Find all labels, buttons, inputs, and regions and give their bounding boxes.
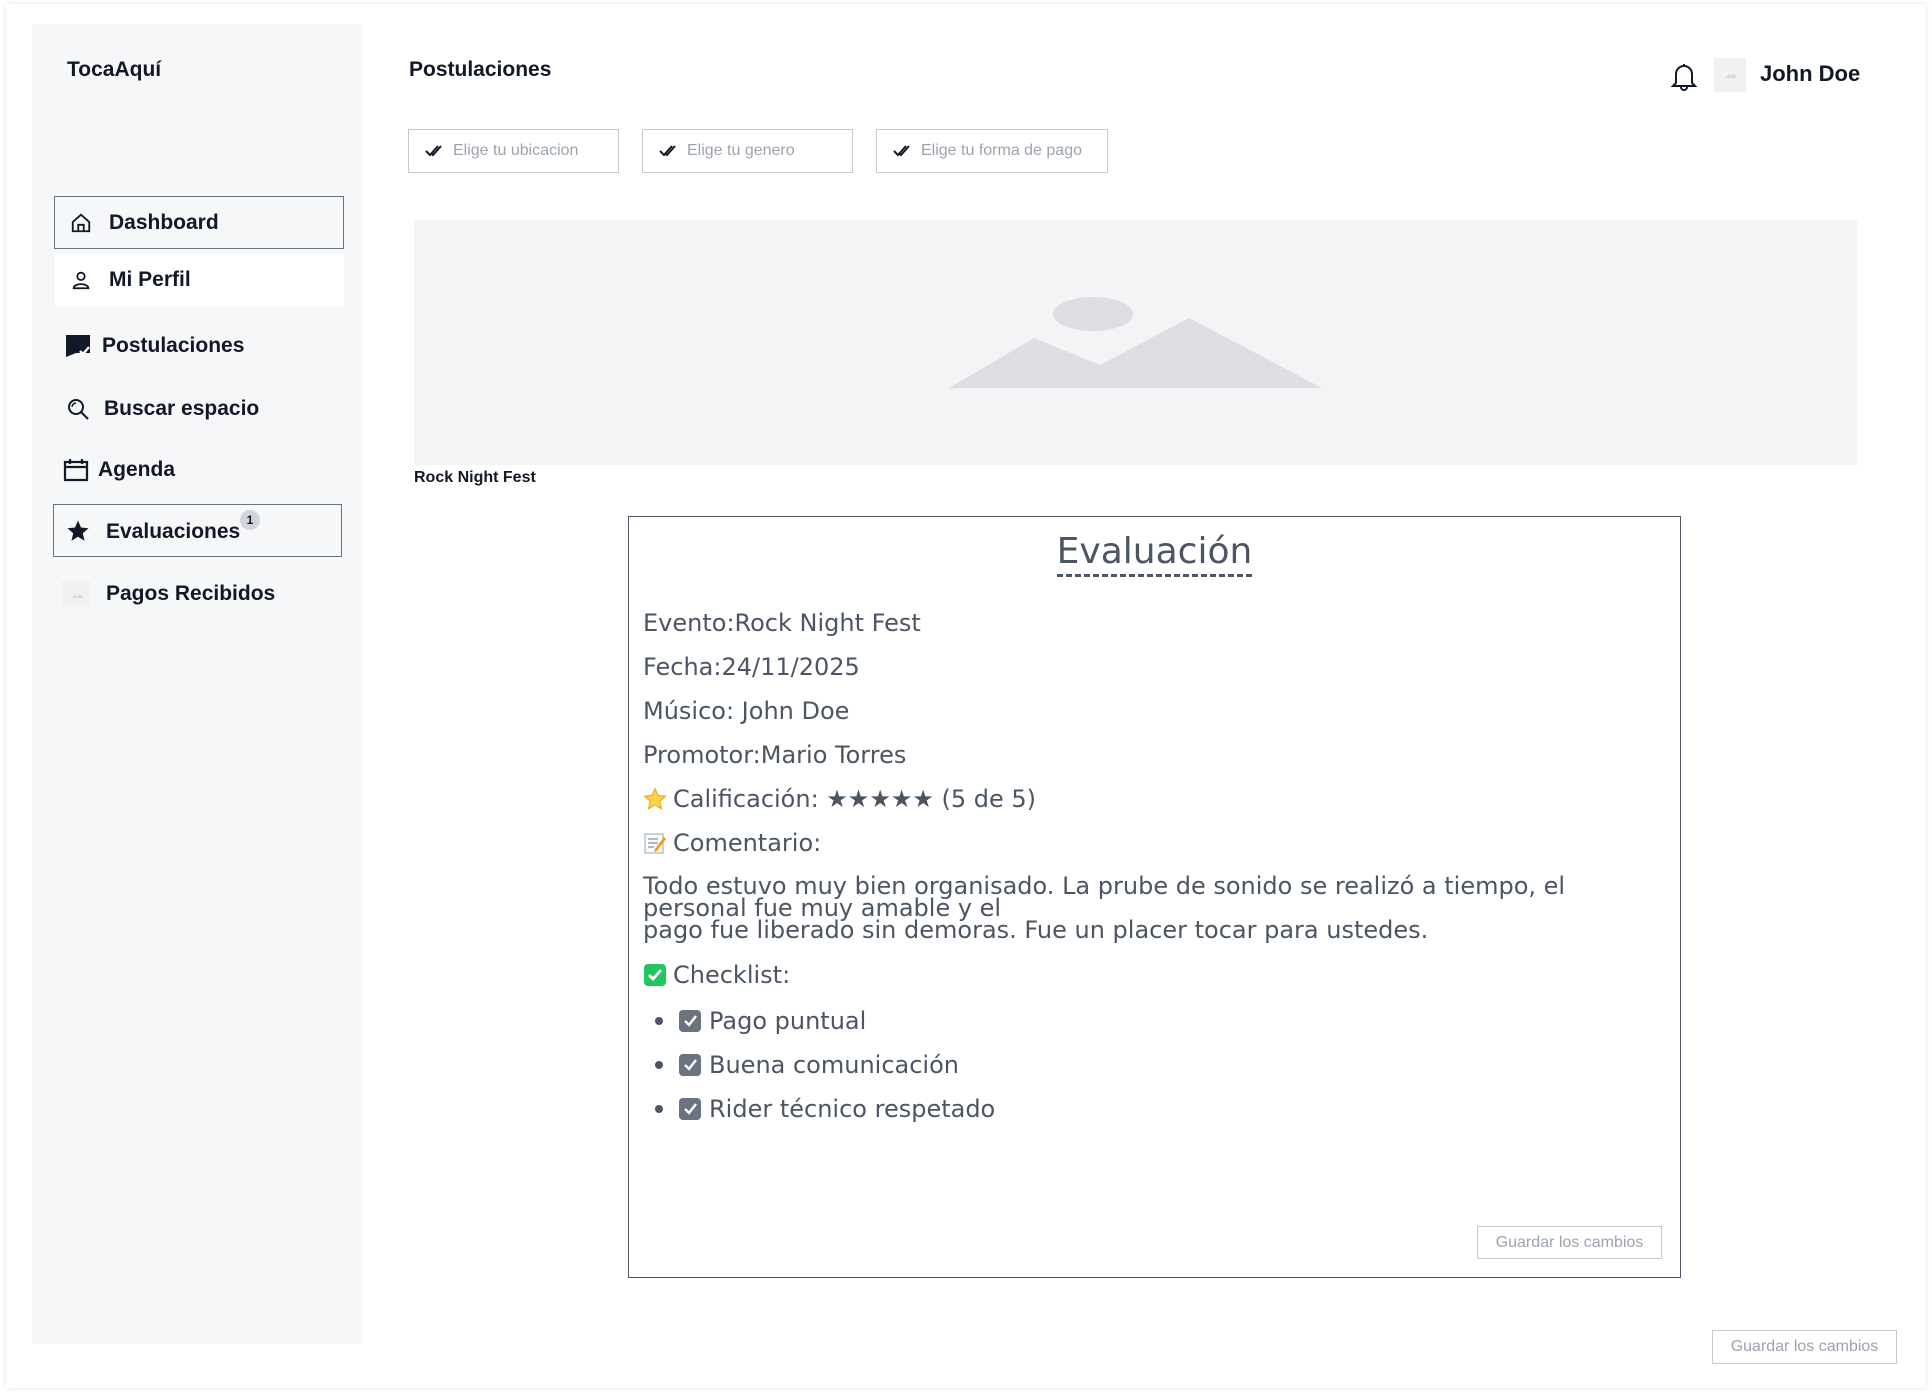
checklist-item: Buena comunicación (655, 1051, 959, 1079)
checkbox-icon (679, 1098, 701, 1120)
avatar[interactable] (1714, 58, 1746, 92)
sidebar-item-postulaciones[interactable]: Postulaciones (60, 330, 340, 362)
sidebar-item-mi-perfil[interactable]: Mi Perfil (55, 253, 344, 306)
sidebar-item-dashboard[interactable]: Dashboard (54, 196, 344, 249)
footer-save-changes-button[interactable]: Guardar los cambios (1712, 1330, 1897, 1364)
comment-label: Comentario: (673, 829, 822, 857)
sidebar-item-label: Pagos Recibidos (106, 582, 276, 605)
double-check-icon (893, 145, 910, 157)
bullet (655, 1105, 663, 1113)
home-icon (67, 209, 95, 237)
comment-label-row: Comentario: (643, 829, 821, 857)
bullet (655, 1017, 663, 1025)
evaluation-title: Evaluación (1056, 531, 1253, 577)
memo-icon (643, 831, 667, 855)
bullet (655, 1061, 663, 1069)
rating-text: Calificación: ★★★★★ (5 de 5) (673, 785, 1037, 813)
filter-placeholder: Elige tu forma de pago (921, 142, 1082, 159)
sidebar-item-agenda[interactable]: Agenda (58, 454, 340, 486)
green-check-icon (643, 963, 667, 987)
save-changes-button[interactable]: Guardar los cambios (1477, 1226, 1662, 1259)
checklist-item: Pago puntual (655, 1007, 866, 1035)
comment-line-2: pago fue liberado sin demoras. Fue un pl… (643, 916, 1429, 944)
filter-placeholder: Elige tu ubicacion (453, 142, 579, 159)
checkbox-icon (679, 1010, 701, 1032)
evaluation-title-wrap: Evaluación (629, 531, 1680, 577)
musician-field: Músico: John Doe (643, 697, 850, 725)
checklist-item: Rider técnico respetado (655, 1095, 995, 1123)
promoter-field: Promotor:Mario Torres (643, 741, 907, 769)
sidebar-item-label: Postulaciones (102, 334, 245, 357)
comment-line-1: Todo estuvo muy bien organisado. La prub… (643, 872, 1566, 922)
page-title: Postulaciones (409, 58, 552, 81)
sidebar-item-label: Dashboard (109, 210, 219, 234)
bell-icon[interactable] (1669, 61, 1699, 96)
sidebar-item-pagos-recibidos[interactable]: Pagos Recibidos (60, 578, 340, 610)
sidebar-item-buscar-espacio[interactable]: Buscar espacio (60, 393, 340, 425)
event-field: Evento:Rock Night Fest (643, 609, 921, 637)
user-name[interactable]: John Doe (1760, 61, 1860, 87)
brand-logo[interactable]: TocaAquí (67, 58, 161, 82)
sidebar-item-label: Agenda (98, 458, 176, 481)
sidebar-item-label: Mi Perfil (109, 267, 191, 291)
checkbox-icon (679, 1054, 701, 1076)
sidebar-item-label: Evaluaciones (106, 519, 241, 543)
double-check-icon (425, 145, 442, 157)
checklist-item-label: Pago puntual (709, 1007, 867, 1035)
calendar-icon (62, 456, 90, 484)
date-field: Fecha:24/11/2025 (643, 653, 860, 681)
star-icon (64, 517, 92, 545)
event-banner-image (414, 220, 1857, 465)
sidebar-item-label: Buscar espacio (104, 397, 260, 420)
checklist-label: Checklist: (673, 961, 791, 989)
flag-check-icon (64, 332, 92, 360)
image-placeholder-icon (949, 297, 1322, 388)
evaluation-card: Evaluación Evento:Rock Night Fest Fecha:… (628, 516, 1681, 1278)
checklist-item-label: Buena comunicación (709, 1051, 959, 1079)
comment-text: Todo estuvo muy bien organisado. La prub… (643, 872, 1663, 944)
checklist-item-label: Rider técnico respetado (709, 1095, 996, 1123)
filter-placeholder: Elige tu genero (687, 142, 795, 159)
sidebar-item-evaluaciones[interactable]: Evaluaciones (53, 504, 342, 557)
star-emoji-icon (643, 787, 667, 811)
notification-badge: 1 (240, 510, 260, 530)
rating-row: Calificación: ★★★★★ (5 de 5) (643, 785, 1036, 813)
image-placeholder-icon (62, 581, 90, 607)
search-icon (64, 395, 92, 423)
location-filter[interactable]: Elige tu ubicacion (408, 129, 619, 173)
double-check-icon (659, 145, 676, 157)
genre-filter[interactable]: Elige tu genero (642, 129, 853, 173)
user-icon (67, 266, 95, 294)
payment-filter[interactable]: Elige tu forma de pago (876, 129, 1108, 173)
checklist-label-row: Checklist: (643, 961, 790, 989)
banner-caption: Rock Night Fest (414, 469, 536, 486)
